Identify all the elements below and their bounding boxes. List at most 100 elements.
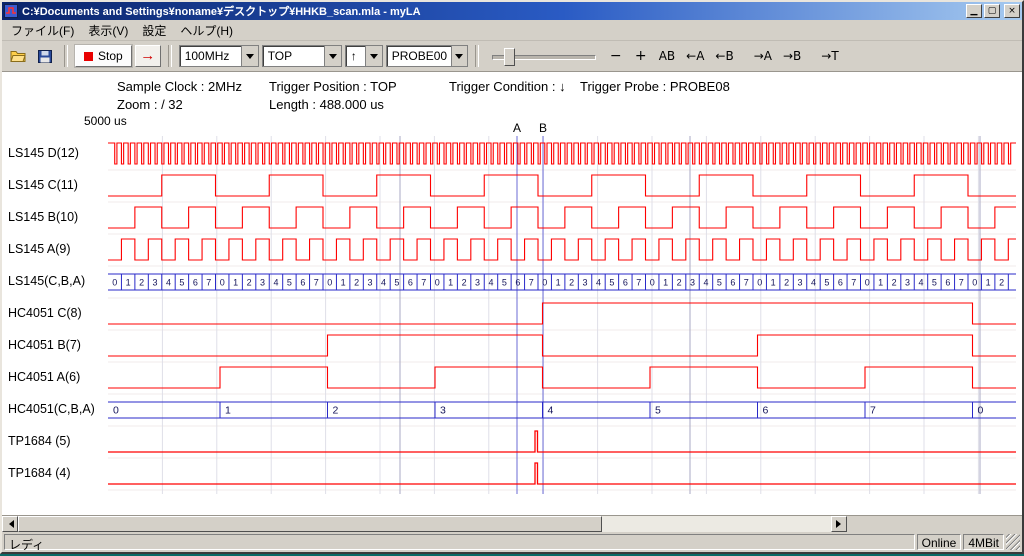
scrollbar-thumb[interactable] [18, 516, 602, 532]
svg-text:4: 4 [548, 405, 554, 417]
to-trigger-button[interactable]: →T [817, 45, 842, 67]
svg-text:7: 7 [421, 278, 426, 288]
svg-text:4: 4 [166, 278, 171, 288]
goto-a-button[interactable]: ←A [682, 45, 708, 67]
zoom-slider[interactable] [492, 46, 596, 66]
svg-text:7: 7 [636, 278, 641, 288]
svg-text:7: 7 [529, 278, 534, 288]
menu-item-help[interactable]: ヘルプ(H) [173, 20, 240, 41]
svg-text:5: 5 [932, 278, 937, 288]
window-buttons: ▁ ▢ × [964, 4, 1020, 18]
svg-text:5: 5 [394, 278, 399, 288]
stop-button[interactable]: Stop [75, 45, 132, 67]
dropdown-button[interactable] [365, 46, 382, 66]
channel-waveform [108, 175, 1016, 196]
svg-text:3: 3 [905, 278, 910, 288]
maximize-button[interactable]: ▢ [984, 4, 1000, 18]
cursor-label-a: A [513, 121, 521, 135]
to-b-button[interactable]: →B [779, 45, 805, 67]
svg-text:7: 7 [959, 278, 964, 288]
svg-text:0: 0 [650, 278, 655, 288]
scrollbar-track[interactable] [602, 516, 831, 532]
channel-waveform [108, 303, 1016, 324]
svg-text:5: 5 [717, 278, 722, 288]
status-bar: レディ Online 4MBit [2, 532, 1022, 552]
channel-label: HC4051 C(8) [8, 306, 107, 320]
scroll-left-button[interactable] [2, 516, 18, 532]
channel-waveform [108, 431, 1016, 452]
save-button[interactable] [33, 44, 57, 68]
dropdown-button[interactable] [324, 46, 341, 66]
zoom-in-button[interactable]: + [630, 45, 652, 67]
svg-text:6: 6 [408, 278, 413, 288]
trigger-position-info: Trigger Position : TOP [269, 79, 397, 94]
svg-text:1: 1 [663, 278, 668, 288]
channel-label: HC4051(C,B,A) [8, 402, 107, 416]
svg-text:1: 1 [878, 278, 883, 288]
svg-text:0: 0 [112, 278, 117, 288]
sample-clock-info: Sample Clock : 2MHz [117, 79, 242, 94]
zoom-out-button[interactable]: − [605, 45, 627, 67]
resize-grip[interactable] [1006, 534, 1020, 550]
svg-text:2: 2 [677, 278, 682, 288]
time-scale-label: 5000 us [84, 114, 127, 128]
chevron-down-icon [329, 54, 337, 63]
close-button[interactable]: × [1004, 4, 1020, 18]
probe-select[interactable]: PROBE00 [386, 45, 468, 67]
chevron-down-icon [455, 54, 463, 63]
svg-text:1: 1 [341, 278, 346, 288]
menu-item-file[interactable]: ファイル(F) [4, 20, 81, 41]
trigger-position-value: TOP [263, 46, 324, 66]
arrow-right-icon [836, 520, 845, 528]
minimize-button[interactable]: ▁ [966, 4, 982, 18]
to-a-button[interactable]: →A [750, 45, 776, 67]
dropdown-button[interactable] [451, 46, 467, 66]
open-button[interactable] [6, 44, 30, 68]
dropdown-button[interactable] [241, 46, 258, 66]
svg-text:7: 7 [314, 278, 319, 288]
channel-waveform [108, 143, 1016, 164]
menu-item-settings[interactable]: 設定 [135, 20, 173, 41]
channel-label: LS145 C(11) [8, 178, 107, 192]
svg-text:3: 3 [690, 278, 695, 288]
svg-text:1: 1 [556, 278, 561, 288]
run-button[interactable]: → [135, 45, 161, 67]
scroll-right-button[interactable] [831, 516, 847, 532]
timing-plot[interactable]: 0123456701234567012345670123456701234567… [108, 136, 1016, 494]
svg-text:1: 1 [986, 278, 991, 288]
stop-icon [84, 52, 93, 61]
svg-text:6: 6 [945, 278, 950, 288]
memory-status: 4MBit [963, 534, 1004, 550]
arrow-left-icon [5, 520, 14, 528]
svg-text:7: 7 [744, 278, 749, 288]
svg-text:0: 0 [978, 405, 984, 417]
cursor-label-b: B [539, 121, 547, 135]
online-status: Online [917, 534, 962, 550]
svg-text:2: 2 [569, 278, 574, 288]
svg-text:7: 7 [206, 278, 211, 288]
svg-text:5: 5 [287, 278, 292, 288]
trigger-position-select[interactable]: TOP [262, 45, 342, 67]
channel-label: HC4051 A(6) [8, 370, 107, 384]
ab-button[interactable]: AB [655, 45, 679, 67]
svg-text:0: 0 [113, 405, 119, 417]
slider-handle[interactable] [504, 48, 515, 66]
chevron-down-icon [246, 54, 254, 63]
menu-item-view[interactable]: 表示(V) [81, 20, 135, 41]
svg-text:5: 5 [824, 278, 829, 288]
clock-rate-select[interactable]: 100MHz [179, 45, 259, 67]
svg-text:1: 1 [233, 278, 238, 288]
horizontal-scrollbar[interactable] [2, 516, 847, 532]
svg-text:6: 6 [300, 278, 305, 288]
channel-label: HC4051 B(7) [8, 338, 107, 352]
toolbar-separator [168, 45, 172, 67]
channel-label: LS145 B(10) [8, 210, 107, 224]
trigger-probe-info: Trigger Probe : PROBE08 [580, 79, 730, 94]
trigger-edge-select[interactable]: ↑ [345, 45, 383, 67]
goto-b-button[interactable]: ←B [711, 45, 737, 67]
channel-waveform [108, 239, 1016, 260]
svg-text:6: 6 [730, 278, 735, 288]
grid [108, 136, 1016, 494]
waveform-client-area: Sample Clock : 2MHz Trigger Position : T… [2, 72, 1022, 516]
channel-label: LS145 D(12) [8, 146, 107, 160]
